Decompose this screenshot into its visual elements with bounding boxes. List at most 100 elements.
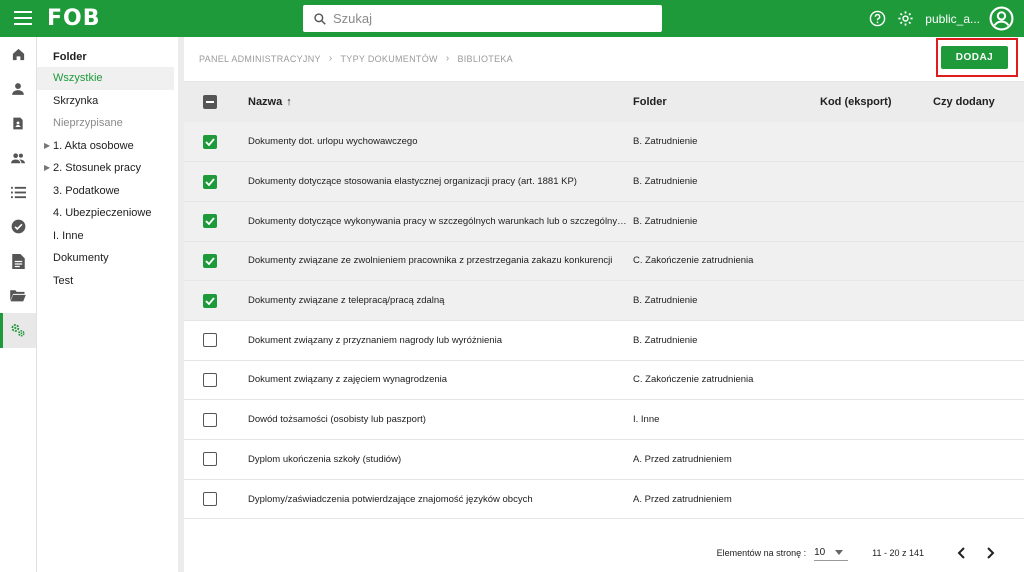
check-circle-icon[interactable]	[0, 210, 36, 245]
folder-tree: Folder Wszystkie Skrzynka Nieprzypisane …	[37, 37, 178, 572]
cell-code	[820, 280, 933, 321]
username[interactable]: public_a...	[925, 12, 980, 26]
cell-folder: B. Zatrudnienie	[633, 320, 820, 361]
tree-item-personal-files[interactable]: ▶ 1. Akta osobowe	[37, 135, 178, 158]
search-input[interactable]	[333, 11, 633, 26]
cell-added	[933, 241, 1024, 282]
cell-folder: C. Zakończenie zatrudnienia	[633, 360, 820, 401]
tree-item-other[interactable]: I. Inne	[37, 225, 178, 248]
table-row[interactable]: Dyplomy/zaświadczenia potwierdzające zna…	[184, 479, 1024, 520]
tree-item-label: 1. Akta osobowe	[53, 139, 134, 152]
account-icon[interactable]	[988, 6, 1014, 32]
cell-added	[933, 122, 1024, 163]
contact-card-icon[interactable]	[0, 106, 36, 141]
people-icon[interactable]	[0, 141, 36, 176]
tree-item-unassigned[interactable]: Nieprzypisane	[37, 112, 178, 135]
chevron-left-icon	[957, 546, 965, 559]
folder-open-icon[interactable]	[0, 279, 36, 314]
caret-right-icon[interactable]: ▶	[44, 157, 50, 180]
add-button[interactable]: DODAJ	[941, 46, 1008, 69]
logo-text: FOB	[47, 5, 101, 31]
cell-code	[820, 360, 933, 401]
row-checkbox-checked[interactable]	[203, 253, 217, 268]
breadcrumb-item-admin[interactable]: PANEL ADMINISTRACYJNY	[199, 54, 321, 64]
table-row[interactable]: Dowód tożsamości (osobisty lub paszport)…	[184, 399, 1024, 440]
tree-item-insurance[interactable]: 4. Ubezpieczeniowe	[37, 202, 178, 225]
table-row[interactable]: Dokumenty związane ze zwolnieniem pracow…	[184, 241, 1024, 282]
pagination: Elementów na stronę : 10 11 - 20 z 141	[184, 533, 1024, 572]
top-bar: FOB public_a...	[0, 0, 1024, 37]
table-row[interactable]: Dokumenty dotyczące wykonywania pracy w …	[184, 201, 1024, 242]
caret-right-icon[interactable]: ▶	[44, 135, 50, 158]
row-checkbox[interactable]	[203, 492, 217, 507]
table-row[interactable]: Dokumenty związane z telepracą/pracą zda…	[184, 280, 1024, 321]
cell-folder: C. Zakończenie zatrudnienia	[633, 241, 820, 282]
column-header-added[interactable]: Czy dodany	[933, 82, 1024, 122]
select-all-checkbox[interactable]	[203, 95, 217, 109]
tree-item-inbox[interactable]: Skrzynka	[37, 90, 178, 113]
cell-added	[933, 201, 1024, 242]
person-icon[interactable]	[0, 72, 36, 107]
logo[interactable]: FOB	[47, 5, 101, 31]
prev-page-button[interactable]	[950, 542, 972, 564]
next-page-button[interactable]	[980, 542, 1002, 564]
table-row[interactable]: Dokument związany z przyznaniem nagrody …	[184, 320, 1024, 361]
tree-item-test[interactable]: Test	[37, 270, 178, 293]
list-icon[interactable]	[0, 175, 36, 210]
page-range: 11 - 20 z 141	[872, 547, 924, 558]
cell-name: Dokumenty dotyczące wykonywania pracy w …	[248, 201, 633, 242]
menu-icon[interactable]	[14, 11, 32, 25]
page-size-label: Elementów na stronę :	[716, 547, 807, 558]
table-row[interactable]: Dokumenty dotyczące stosowania elastyczn…	[184, 161, 1024, 202]
row-checkbox-checked[interactable]	[203, 174, 217, 189]
column-header-folder[interactable]: Folder	[633, 82, 820, 122]
cell-code	[820, 479, 933, 520]
gear-icon[interactable]	[895, 9, 915, 29]
cell-added	[933, 439, 1024, 480]
cell-folder: A. Przed zatrudnieniem	[633, 439, 820, 480]
panel-header: PANEL ADMINISTRACYJNY › TYPY DOKUMENTÓW …	[184, 37, 1024, 82]
column-header-name[interactable]: Nazwa ↑	[248, 82, 633, 122]
dropdown-arrow-icon	[835, 549, 844, 555]
cell-name: Dowód tożsamości (osobisty lub paszport)	[248, 399, 633, 440]
cell-folder: B. Zatrudnienie	[633, 280, 820, 321]
breadcrumb-item-library: BIBLIOTEKA	[457, 53, 513, 64]
cell-added	[933, 479, 1024, 520]
column-header-code[interactable]: Kod (eksport)	[820, 82, 933, 122]
search-box[interactable]	[303, 5, 662, 32]
cell-name: Dyplomy/zaświadczenia potwierdzające zna…	[248, 479, 633, 520]
cell-code	[820, 241, 933, 282]
cell-name: Dokument związany z zajęciem wynagrodzen…	[248, 360, 633, 401]
cell-code	[820, 201, 933, 242]
home-icon[interactable]	[0, 37, 36, 72]
tree-item-tax[interactable]: 3. Podatkowe	[37, 180, 178, 203]
table-row[interactable]: Dokumenty dot. urlopu wychowawczego B. Za…	[184, 122, 1024, 163]
cell-added	[933, 280, 1024, 321]
cell-code	[820, 399, 933, 440]
table-row[interactable]: Dyplom ukończenia szkoły (studiów) A. Prz…	[184, 439, 1024, 480]
document-icon[interactable]	[0, 244, 36, 279]
cell-added	[933, 360, 1024, 401]
tree-item-label: 2. Stosunek pracy	[53, 162, 142, 174]
cell-added	[933, 161, 1024, 202]
help-icon[interactable]	[867, 9, 887, 29]
row-checkbox[interactable]	[203, 333, 217, 348]
tree-item-employment[interactable]: ▶ 2. Stosunek pracy	[37, 157, 178, 180]
main-panel: PANEL ADMINISTRACYJNY › TYPY DOKUMENTÓW …	[184, 37, 1024, 572]
cell-code	[820, 161, 933, 202]
settings-gears-icon[interactable]	[0, 313, 36, 348]
row-checkbox[interactable]	[203, 372, 217, 387]
page-size-select[interactable]: 10	[814, 545, 849, 561]
row-checkbox[interactable]	[203, 412, 217, 427]
row-checkbox[interactable]	[203, 452, 217, 467]
chevron-right-icon: ›	[328, 53, 333, 64]
row-checkbox-checked[interactable]	[203, 134, 217, 149]
row-checkbox-checked[interactable]	[203, 293, 217, 308]
tree-item-documents[interactable]: Dokumenty	[37, 247, 178, 270]
row-checkbox-checked[interactable]	[203, 214, 217, 229]
tree-item-all[interactable]: Wszystkie	[37, 67, 174, 90]
breadcrumb-item-doc-types[interactable]: TYPY DOKUMENTÓW	[340, 54, 437, 64]
arrow-up-icon: ↑	[286, 96, 292, 108]
table-row[interactable]: Dokument związany z zajęciem wynagrodzen…	[184, 360, 1024, 401]
cell-folder: B. Zatrudnienie	[633, 122, 820, 163]
